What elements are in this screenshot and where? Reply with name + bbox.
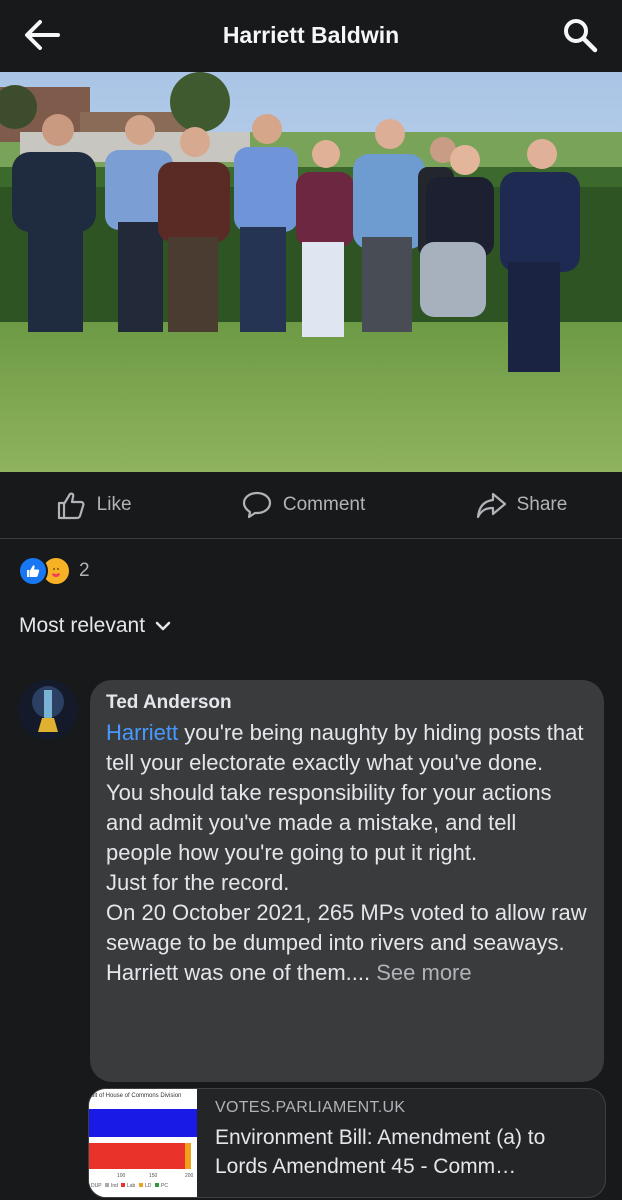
link-meta: VOTES.PARLIAMENT.UK Environment Bill: Am… bbox=[215, 1099, 595, 1181]
thumb-legend: PC bbox=[161, 1183, 168, 1189]
thumb-tick: 150 bbox=[149, 1173, 158, 1179]
link-domain: VOTES.PARLIAMENT.UK bbox=[215, 1099, 406, 1116]
comment-paragraph: Harriett was one of them.... bbox=[106, 960, 377, 985]
comment-bubble: Ted Anderson Harriett you're being naugh… bbox=[90, 680, 604, 1082]
see-more-link[interactable]: See more bbox=[376, 960, 471, 985]
arrow-left-icon[interactable] bbox=[22, 17, 62, 53]
thumbs-up-icon bbox=[57, 492, 85, 520]
page-title: Harriett Baldwin bbox=[222, 21, 400, 48]
like-button[interactable]: Like bbox=[55, 490, 132, 520]
thumb-caption: ult of House of Commons Division bbox=[91, 1093, 181, 1099]
comment-text: Harriett you're being naughty by hiding … bbox=[106, 718, 588, 988]
avatar[interactable] bbox=[18, 680, 78, 740]
comment-label: Comment bbox=[282, 494, 366, 515]
like-label: Like bbox=[96, 494, 132, 515]
comment-paragraph: Just for the record. bbox=[106, 870, 290, 895]
reaction-summary[interactable]: 2 bbox=[18, 556, 90, 586]
thumb-legend: DUP bbox=[91, 1183, 102, 1189]
link-thumbnail: ult of House of Commons Division 100 150… bbox=[89, 1089, 197, 1197]
comment-line-1: you're being naughty by hiding posts tha… bbox=[106, 720, 584, 775]
search-icon[interactable] bbox=[562, 17, 598, 53]
top-bar: Harriett Baldwin bbox=[0, 0, 622, 70]
sort-label: Most relevant bbox=[19, 614, 146, 637]
post-photo[interactable] bbox=[0, 72, 622, 472]
share-button[interactable]: Share bbox=[475, 490, 568, 520]
comment-paragraph: You should take responsibility for your … bbox=[106, 780, 552, 865]
comment-sort-dropdown[interactable]: Most relevant bbox=[19, 614, 171, 638]
chevron-down-icon bbox=[155, 621, 171, 631]
mention-link[interactable]: Harriett bbox=[106, 720, 178, 745]
reaction-count: 2 bbox=[79, 560, 90, 581]
link-preview-card[interactable]: ult of House of Commons Division 100 150… bbox=[88, 1088, 606, 1198]
share-icon bbox=[476, 492, 506, 519]
link-title[interactable]: Environment Bill: Amendment (a) to Lords… bbox=[215, 1123, 595, 1181]
thumb-tick: 100 bbox=[117, 1173, 126, 1179]
comment-paragraph: On 20 October 2021, 265 MPs voted to all… bbox=[106, 900, 587, 955]
comment-author[interactable]: Ted Anderson bbox=[106, 692, 588, 714]
share-label: Share bbox=[516, 494, 568, 515]
thumb-legend: Ind bbox=[111, 1183, 118, 1189]
like-reaction-icon bbox=[18, 556, 48, 586]
thumb-legend: LD bbox=[145, 1183, 152, 1189]
thumb-legend: Lab bbox=[127, 1183, 136, 1189]
comment-icon bbox=[242, 491, 271, 519]
comment-button[interactable]: Comment bbox=[241, 490, 365, 520]
post-actions: Like Comment Share bbox=[0, 472, 622, 539]
thumb-tick: 200 bbox=[185, 1173, 194, 1179]
